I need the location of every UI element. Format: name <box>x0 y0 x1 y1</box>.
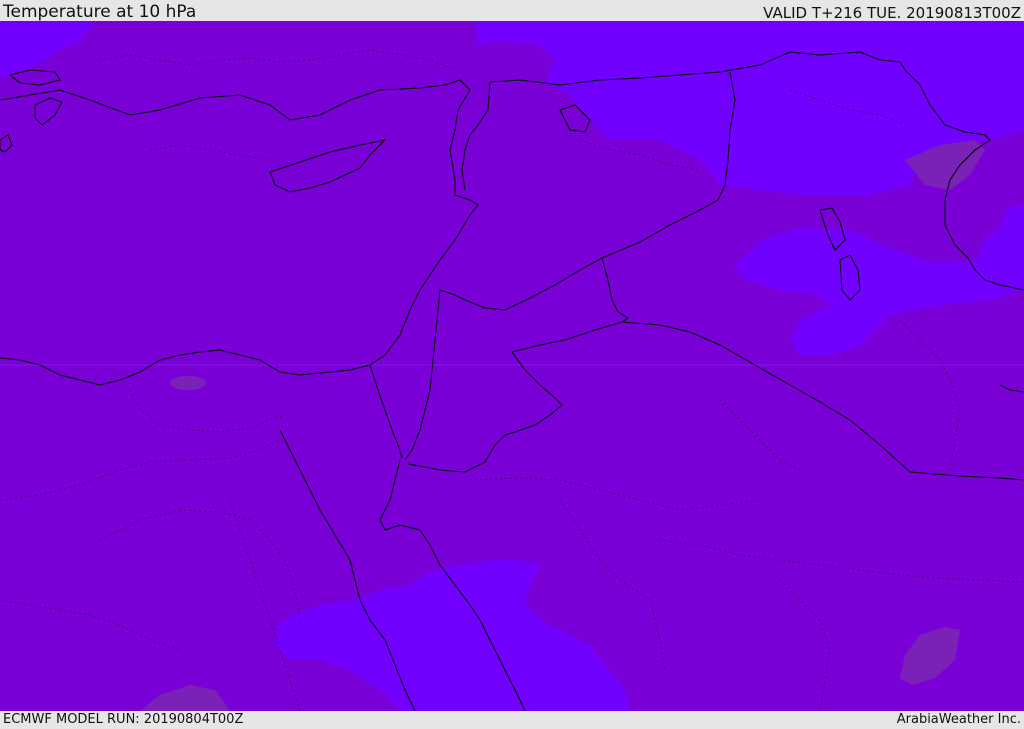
cool-patch-delta <box>170 376 206 390</box>
credit-label: ArabiaWeather Inc. <box>896 712 1021 727</box>
valid-time: VALID T+216 TUE. 20190813T00Z <box>763 4 1021 22</box>
header-bar: Temperature at 10 hPa VALID T+216 TUE. 2… <box>0 0 1024 22</box>
map-title: Temperature at 10 hPa <box>3 2 197 22</box>
map-view[interactable] <box>0 21 1024 711</box>
model-run-label: ECMWF MODEL RUN: 20190804T00Z <box>3 712 244 727</box>
map-canvas <box>0 21 1024 711</box>
footer-bar: ECMWF MODEL RUN: 20190804T00Z ArabiaWeat… <box>0 711 1024 729</box>
